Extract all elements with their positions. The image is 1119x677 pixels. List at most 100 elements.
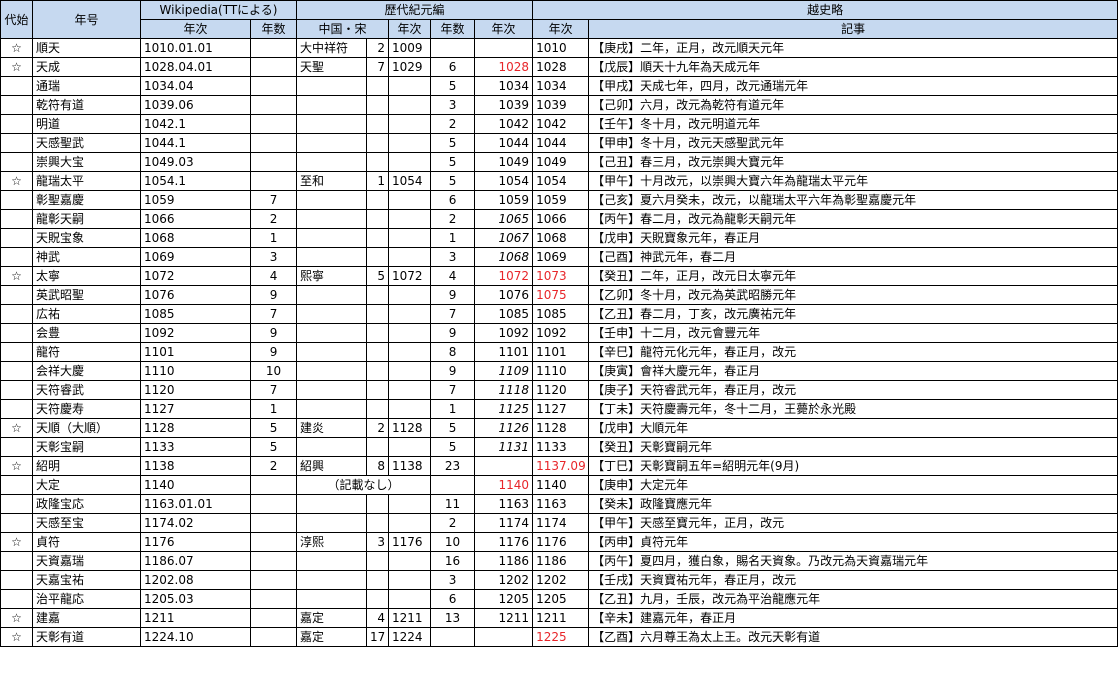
- wiki-count: [249, 171, 298, 191]
- era-name: 天貺宝象: [32, 228, 141, 248]
- song-era-number: [366, 304, 390, 324]
- song-year: [388, 209, 432, 229]
- wiki-year: 1092: [140, 323, 251, 343]
- era-name: 天彰宝嗣: [32, 437, 141, 457]
- song-year: [388, 342, 432, 362]
- table-row: 天感至宝 1174.02 2 1174 1174 【甲午】天感至寶元年，正月，改元: [0, 513, 1119, 533]
- era-name: 通瑞: [32, 76, 141, 96]
- song-year: [388, 513, 432, 533]
- kiji-text: 【乙丑】春二月，丁亥，改元廣祐元年: [588, 304, 1119, 324]
- es-year: 1059: [532, 190, 590, 210]
- kiji-text: 【丙午】夏四月，獲白象，賜名天資象。乃改元為天資嘉瑞元年: [588, 551, 1119, 571]
- rk-count: 5: [430, 437, 476, 457]
- header-daishi: 代始: [0, 0, 33, 39]
- song-era-number: [366, 570, 390, 590]
- es-year: 1068: [532, 228, 590, 248]
- song-era-name: [296, 76, 368, 96]
- wiki-year: 1120: [140, 380, 251, 400]
- kiji-text: 【癸未】政隆寶應元年: [588, 494, 1119, 514]
- rk-year: 1049: [474, 152, 534, 172]
- kiji-text: 【己丑】春三月，改元崇興大寶元年: [588, 152, 1119, 172]
- wiki-count: 9: [249, 285, 298, 305]
- kiji-text: 【壬申】十二月，改元會豐元年: [588, 323, 1119, 343]
- wiki-year: 1128: [140, 418, 251, 438]
- song-era-name: 大中祥符: [296, 38, 368, 58]
- song-year: 1176: [388, 532, 432, 552]
- song-year: [388, 494, 432, 514]
- table-row: 天符慶寿 1127 1 1 1125 1127 【丁未】天符慶壽元年，冬十二月，王薨於永光殿: [0, 399, 1119, 419]
- song-year: [388, 190, 432, 210]
- song-year: [388, 247, 432, 267]
- era-name: 天符慶寿: [32, 399, 141, 419]
- era-name: 政隆宝応: [32, 494, 141, 514]
- wiki-count: 1: [249, 399, 298, 419]
- table-row: 政隆宝応 1163.01.01 11 1163 1163 【癸未】政隆寶應元年: [0, 494, 1119, 514]
- rk-count: 9: [430, 361, 476, 381]
- header-song-year: 年次: [388, 19, 432, 39]
- era-name: 龍彰天嗣: [32, 209, 141, 229]
- song-year: 1009: [388, 38, 432, 58]
- rk-count: 2: [430, 513, 476, 533]
- es-year: 1186: [532, 551, 590, 571]
- dynasty-start-star: [0, 399, 33, 419]
- song-era-name: [296, 570, 368, 590]
- rk-year: 1076: [474, 285, 534, 305]
- song-year: [388, 551, 432, 571]
- wiki-count: 7: [249, 380, 298, 400]
- es-year: 1101: [532, 342, 590, 362]
- dynasty-start-star: [0, 380, 33, 400]
- es-year: 1010: [532, 38, 590, 58]
- kiji-text: 【戊辰】順天十九年為天成元年: [588, 57, 1119, 77]
- header-nengo: 年号: [32, 0, 141, 39]
- wiki-count: [249, 114, 298, 134]
- table-row: 天彰宝嗣 1133 5 5 1131 1133 【癸丑】天彰寶嗣元年: [0, 437, 1119, 457]
- table-row: 神武 1069 3 3 1068 1069 【己酉】神武元年，春二月: [0, 247, 1119, 267]
- es-year: 1042: [532, 114, 590, 134]
- kiji-text: 【乙丑】九月，壬辰，改元為平治龍應元年: [588, 589, 1119, 609]
- song-year: [388, 76, 432, 96]
- es-year: 1128: [532, 418, 590, 438]
- rk-year: 1131: [474, 437, 534, 457]
- rk-year: 1042: [474, 114, 534, 134]
- wiki-year: 1044.1: [140, 133, 251, 153]
- kiji-text: 【辛未】建嘉元年，春正月: [588, 608, 1119, 628]
- wiki-year: 1059: [140, 190, 251, 210]
- table-row: 天嘉宝祐 1202.08 3 1202 1202 【壬戌】天資寶祐元年，春正月，改元: [0, 570, 1119, 590]
- kiji-text: 【甲午】十月改元，以崇興大寶六年為龍瑞太平元年: [588, 171, 1119, 191]
- rk-count: 5: [430, 418, 476, 438]
- rk-count: 3: [430, 247, 476, 267]
- kiji-text: 【丙申】貞符元年: [588, 532, 1119, 552]
- era-name: 神武: [32, 247, 141, 267]
- era-name: 彰聖嘉慶: [32, 190, 141, 210]
- dynasty-start-star: [0, 114, 33, 134]
- es-year: 1034: [532, 76, 590, 96]
- kiji-text: 【庚子】天符睿武元年，春正月，改元: [588, 380, 1119, 400]
- dynasty-start-star: [0, 304, 33, 324]
- song-era-name: [296, 551, 368, 571]
- rk-count: 7: [430, 380, 476, 400]
- kiji-text: 【庚寅】會祥大慶元年，春正月: [588, 361, 1119, 381]
- rk-count: 23: [430, 456, 476, 476]
- wiki-year: 1028.04.01: [140, 57, 251, 77]
- era-name: 広祐: [32, 304, 141, 324]
- wiki-count: [249, 76, 298, 96]
- song-era-name: 嘉定: [296, 608, 368, 628]
- wiki-count: [249, 494, 298, 514]
- song-era-number: 4: [366, 608, 390, 628]
- dynasty-start-star: [0, 209, 33, 229]
- kiji-text: 【甲戌】天成七年，四月，改元通瑞元年: [588, 76, 1119, 96]
- dynasty-start-star: ☆: [0, 266, 33, 286]
- es-year: 1127: [532, 399, 590, 419]
- song-era-number: 1: [366, 171, 390, 191]
- header-row-2: 年次 年数 中国・宋 年次 年数 年次 年次 記事: [1, 19, 1119, 39]
- es-year: 1049: [532, 152, 590, 172]
- song-era-number: [366, 323, 390, 343]
- rk-year: 1211: [474, 608, 534, 628]
- dynasty-start-star: [0, 342, 33, 362]
- wiki-year: 1174.02: [140, 513, 251, 533]
- table-row: 乾符有道 1039.06 3 1039 1039 【己卯】六月，改元為乾符有道元年: [0, 95, 1119, 115]
- wiki-year: 1072: [140, 266, 251, 286]
- song-era-number: [366, 190, 390, 210]
- rk-count: 6: [430, 57, 476, 77]
- song-era-name: [296, 285, 368, 305]
